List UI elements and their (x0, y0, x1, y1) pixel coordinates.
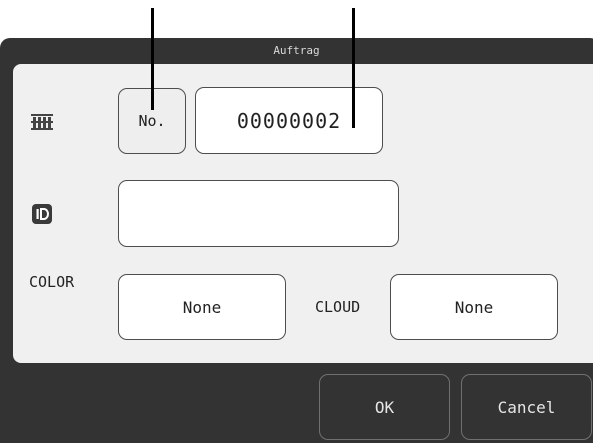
order-number-value: 00000002 (236, 108, 342, 133)
callout-line-right (352, 8, 355, 128)
callout-line-left (151, 8, 154, 110)
cloud-value: None (454, 297, 494, 317)
id-badge-icon (32, 204, 52, 228)
ok-button-label: OK (374, 397, 395, 417)
dialog-title: Auftrag (273, 44, 320, 57)
cancel-button-label: Cancel (497, 397, 556, 417)
color-value: None (182, 297, 222, 317)
cancel-button[interactable]: Cancel (461, 374, 592, 440)
ok-button[interactable]: OK (319, 374, 450, 440)
id-input[interactable] (118, 180, 399, 247)
cloud-label: CLOUD (315, 298, 361, 316)
color-selector[interactable]: None (118, 274, 286, 340)
color-label: COLOR (29, 273, 75, 291)
dialog-panel: No. 00000002 COLOR None CLOUD None (13, 64, 593, 363)
rack-icon (31, 113, 53, 135)
cloud-selector[interactable]: None (390, 274, 558, 340)
order-dialog: Auftrag No. 00000002 COLOR None CLOUD No… (0, 38, 593, 443)
no-button-label: No. (138, 112, 166, 130)
